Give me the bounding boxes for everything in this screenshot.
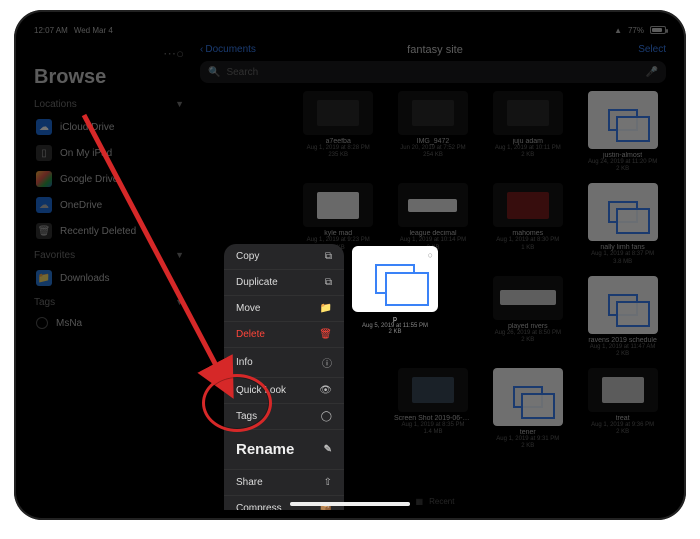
google-drive-icon [36,171,52,187]
file-item[interactable]: Screen Shot 2019-06-01 at...Aug 1, 2019 … [390,368,477,450]
file-item[interactable]: justin-almostAug 24, 2019 at 11:20 PM2 K… [579,91,666,173]
battery-pct: 77% [628,26,644,35]
menu-item-move[interactable]: Move📁 [224,296,344,322]
file-item[interactable]: treatAug 1, 2019 at 9:36 PM2 KB [579,368,666,450]
folder-icon: 📁 [36,270,52,286]
tag-icon: ◯ [321,411,332,422]
trash-icon: 🗑 [36,223,52,239]
back-button[interactable]: ‹ Documents [200,44,256,55]
search-input[interactable]: 🔍 Search 🎤 [200,61,666,83]
favorites-header[interactable]: Favorites ▼ [34,250,184,261]
wifi-icon: ▲ [614,26,622,35]
trash-icon: 🗑 [319,329,332,340]
cloud-icon: ☁ [36,119,52,135]
menu-item-delete[interactable]: Delete🗑 [224,322,344,348]
eye-icon: 👁 [319,385,332,396]
tags-header[interactable]: Tags ▼ [34,297,184,308]
onedrive-icon: ☁ [36,197,52,213]
file-item[interactable]: a7eefbaAug 1, 2019 at 8:28 PM235 KB [295,91,382,173]
menu-item-copy[interactable]: Copy⧉ [224,244,344,270]
badge-icon: ○ [428,250,433,260]
file-item[interactable]: IMG_9472Jun 20, 2019 at 7:52 PM254 KB [390,91,477,173]
selected-file-preview[interactable]: ○ [352,246,438,312]
menu-item-share[interactable]: Share⇧ [224,470,344,496]
mic-icon[interactable]: 🎤 [646,67,658,78]
chevron-down-icon: ▼ [175,297,184,308]
battery-icon [650,26,666,34]
webloc-icon [375,264,415,294]
folder-title: fantasy site [407,44,463,56]
chevron-down-icon: ▼ [175,250,184,261]
locations-header[interactable]: Locations ▼ [34,99,184,110]
menu-item-tags[interactable]: Tags◯ [224,404,344,430]
file-item[interactable]: juju adamAug 1, 2019 at 10:11 PM2 KB [484,91,571,173]
info-icon: ⓘ [322,355,332,370]
file-item[interactable]: tenerAug 1, 2019 at 9:31 PM2 KB [484,368,571,450]
context-menu: Copy⧉ Duplicate⧉ Move📁 Delete🗑 Infoⓘ Qui… [224,244,344,510]
folder-icon: 📁 [320,303,332,314]
sidebar-item-recently-deleted[interactable]: 🗑Recently Deleted [34,218,184,244]
home-indicator[interactable] [290,502,410,506]
menu-item-duplicate[interactable]: Duplicate⧉ [224,270,344,296]
ipad-icon: ▯ [36,145,52,161]
sidebar-item-downloads[interactable]: 📁Downloads [34,265,184,291]
bottom-toolbar: ▦ Recent [416,497,455,506]
status-date: Wed Mar 4 [74,26,113,35]
select-button[interactable]: Select [638,44,666,55]
file-item[interactable]: ravens 2019 scheduleAug 1, 2019 at 11:47… [579,276,666,358]
menu-item-info[interactable]: Infoⓘ [224,348,344,378]
browse-sidebar: ⋯○ Browse Locations ▼ ☁iCloud Drive ▯On … [24,40,194,510]
status-time: 12:07 AM [34,26,68,35]
file-item[interactable]: played riversAug 26, 2019 at 8:50 PM2 KB [484,276,571,358]
duplicate-icon: ⧉ [325,277,332,288]
menu-item-quick-look[interactable]: Quick Look👁 [224,378,344,404]
grid-view-icon[interactable]: ▦ [416,497,424,506]
status-bar: 12:07 AM Wed Mar 4 ▲ 77% [24,20,676,40]
selected-file-meta: p Aug 5, 2019 at 11:55 PM2 KB [352,316,438,335]
screen: 12:07 AM Wed Mar 4 ▲ 77% ⋯○ Browse Locat… [24,20,676,510]
sidebar-item-onedrive[interactable]: ☁OneDrive [34,192,184,218]
chevron-down-icon: ▼ [175,99,184,110]
share-icon: ⇧ [324,477,332,488]
ipad-device-frame: 12:07 AM Wed Mar 4 ▲ 77% ⋯○ Browse Locat… [14,10,686,520]
sidebar-tag-item[interactable]: MsNa [34,312,184,334]
sidebar-item-on-my-ipad[interactable]: ▯On My iPad [34,140,184,166]
file-item[interactable]: mahomesAug 1, 2019 at 8:30 PM1 KB [484,183,571,265]
sidebar-item-icloud-drive[interactable]: ☁iCloud Drive [34,114,184,140]
chevron-left-icon: ‹ [200,44,203,55]
pencil-icon: ✎ [324,444,332,455]
tag-circle-icon [36,317,48,329]
file-item[interactable]: nally limh fansAug 1, 2019 at 8:37 PM3.8… [579,183,666,265]
more-icon[interactable]: ⋯○ [163,46,184,62]
menu-item-rename[interactable]: Rename✎ [224,430,344,470]
search-icon: 🔍 [208,67,220,78]
sidebar-item-google-drive[interactable]: Google Drive [34,166,184,192]
copy-icon: ⧉ [325,251,332,262]
browse-title: Browse [34,66,184,89]
